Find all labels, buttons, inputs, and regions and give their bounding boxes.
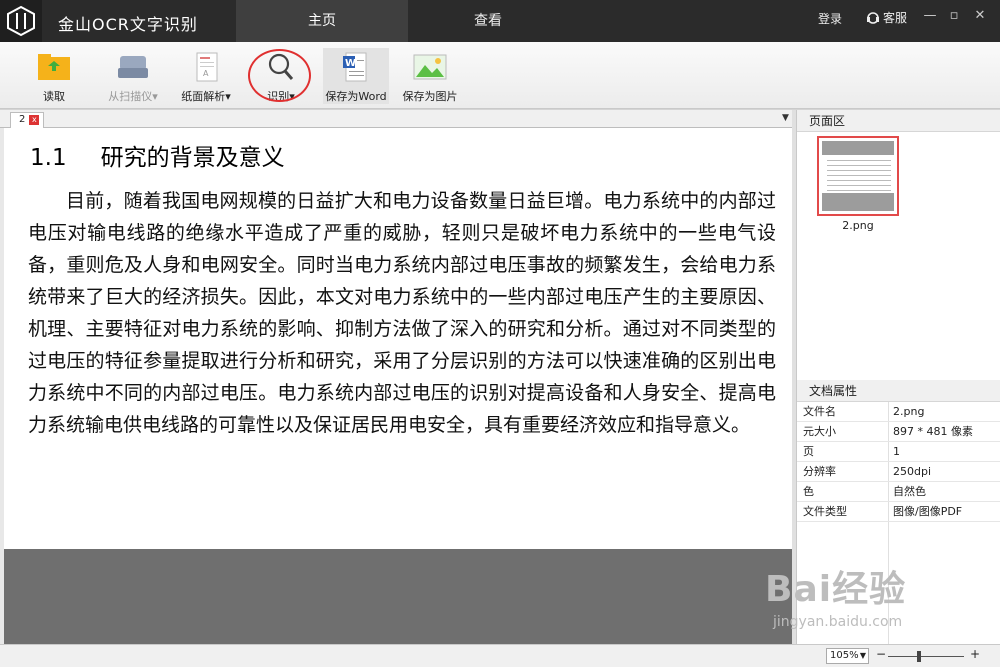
save-as-image-button[interactable]: 保存为图片 xyxy=(397,48,463,104)
svg-text:W: W xyxy=(345,58,356,69)
zoom-in-button[interactable]: + xyxy=(970,647,980,661)
property-value: 图像/图像PDF xyxy=(893,505,963,518)
section-heading: 1.1 研究的背景及意义 xyxy=(30,138,285,172)
property-row: 分辨率 250dpi xyxy=(797,462,1000,482)
property-row: 文件名 2.png xyxy=(797,402,1000,422)
document-tab-label: 2 xyxy=(19,114,26,125)
zoom-slider-handle[interactable] xyxy=(917,651,921,662)
login-link[interactable]: 登录 xyxy=(818,10,842,27)
document-body-text: 目前，随着我国电网规模的日益扩大和电力设备数量日益巨增。电力系统中的内部过电压对… xyxy=(28,190,776,436)
chevron-down-icon: ▾ xyxy=(152,90,158,103)
image-icon xyxy=(413,52,447,82)
close-window-button[interactable]: ✕ xyxy=(972,8,988,23)
chevron-down-icon: ▾ xyxy=(225,90,231,103)
status-bar: 105% ▼ − + xyxy=(0,644,1000,667)
property-key: 页 xyxy=(797,442,889,461)
thumbnail-image xyxy=(817,136,899,216)
page-thumbnail[interactable]: 2.png xyxy=(817,136,899,232)
paper-analyze-button[interactable]: A 纸面解析▾ xyxy=(173,48,239,104)
customer-service-button[interactable]: 客服 xyxy=(866,9,907,26)
property-value: 2.png xyxy=(893,405,925,418)
tabs-dropdown-icon[interactable]: ▼ xyxy=(782,113,789,123)
property-key: 文件类型 xyxy=(797,502,889,521)
from-scanner-button[interactable]: 从扫描仪▾ xyxy=(100,48,166,104)
ribbon-toolbar: 读取 从扫描仪▾ A 纸面解析▾ 识别▾ W 保存为Word 保存为图片 xyxy=(0,42,1000,109)
property-key: 分辨率 xyxy=(797,462,889,481)
app-title: 金山OCR文字识别 xyxy=(58,15,198,34)
document-tab[interactable]: 2x xyxy=(10,112,45,128)
property-row: 文件类型 图像/图像PDF xyxy=(797,502,1000,522)
from-scanner-label: 从扫描仪 xyxy=(108,90,153,103)
watermark: Bai经验 jingyan.baidu.com xyxy=(765,560,906,630)
pages-panel-header: 页面区 xyxy=(797,110,1000,132)
zoom-value: 105% xyxy=(830,650,859,661)
property-key: 文件名 xyxy=(797,402,889,421)
document-viewer[interactable]: 1.1 研究的背景及意义 目前，随着我国电网规模的日益扩大和电力设备数量日益巨增。… xyxy=(4,128,792,644)
property-row: 页 1 xyxy=(797,442,1000,462)
minimize-button[interactable]: — xyxy=(922,8,938,23)
folder-open-icon xyxy=(37,52,71,82)
paper-analyze-icon: A xyxy=(189,52,223,82)
thumbnail-name: 2.png xyxy=(842,219,874,232)
paper-analyze-label: 纸面解析 xyxy=(181,90,226,103)
property-row: 色 自然色 xyxy=(797,482,1000,502)
watermark-brand: Bai经验 xyxy=(765,569,907,610)
doc-properties-header: 文档属性 xyxy=(797,380,1000,402)
property-key: 元大小 xyxy=(797,422,889,441)
chevron-down-icon: ▼ xyxy=(859,651,866,660)
property-value: 自然色 xyxy=(893,485,926,498)
property-key: 色 xyxy=(797,482,889,501)
tab-view[interactable]: 查看 xyxy=(408,0,568,42)
svg-text:A: A xyxy=(203,69,209,78)
zoom-slider-track[interactable] xyxy=(888,656,964,657)
word-document-icon: W xyxy=(339,52,373,82)
zoom-select[interactable]: 105% ▼ xyxy=(826,648,869,664)
property-row: 元大小 897 * 481 像素 xyxy=(797,422,1000,442)
save-as-word-button[interactable]: W 保存为Word xyxy=(323,48,389,104)
read-label: 读取 xyxy=(43,90,65,103)
customer-service-label: 客服 xyxy=(883,11,908,25)
zoom-out-button[interactable]: − xyxy=(876,647,886,661)
read-button[interactable]: 读取 xyxy=(21,48,87,104)
title-bar: 金山OCR文字识别 主页 查看 登录 客服 — ▫ ✕ xyxy=(0,0,1000,42)
highlight-circle-annotation xyxy=(248,49,311,102)
maximize-button[interactable]: ▫ xyxy=(946,8,962,23)
save-as-word-label: 保存为Word xyxy=(325,90,387,103)
close-tab-icon[interactable]: x xyxy=(29,115,40,125)
scanner-icon xyxy=(116,52,150,82)
watermark-url: jingyan.baidu.com xyxy=(773,614,903,630)
property-value: 250dpi xyxy=(893,465,932,478)
section-number: 1.1 xyxy=(30,145,67,171)
section-title: 研究的背景及意义 xyxy=(100,145,285,171)
save-as-image-label: 保存为图片 xyxy=(402,90,458,103)
document-tab-strip: 2x ▼ xyxy=(0,110,796,128)
headset-icon xyxy=(867,12,879,24)
tab-home[interactable]: 主页 xyxy=(236,0,408,42)
app-logo-icon xyxy=(0,0,42,42)
document-page: 1.1 研究的背景及意义 目前，随着我国电网规模的日益扩大和电力设备数量日益巨增。… xyxy=(4,128,792,549)
property-value: 1 xyxy=(893,445,900,458)
property-value: 897 * 481 像素 xyxy=(893,425,973,438)
